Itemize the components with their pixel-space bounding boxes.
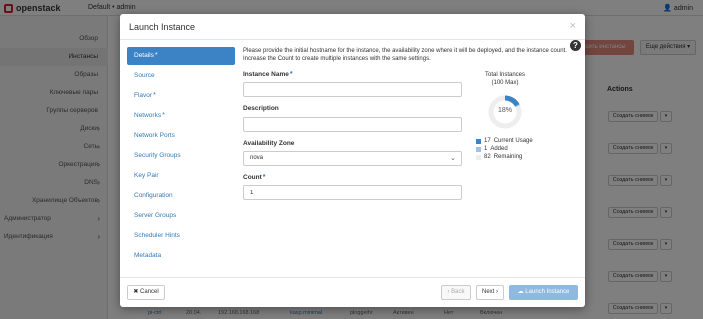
required-marker: * (162, 112, 165, 119)
description-label: Description (243, 105, 279, 112)
dialog-header: Launch Instance × (120, 14, 585, 40)
step-scheduler-hints[interactable]: Scheduler Hints (127, 227, 235, 245)
next-button[interactable]: Next › (476, 285, 504, 300)
legend-value: 17 (484, 138, 491, 144)
step-label: Metadata (134, 252, 162, 259)
step-label: Security Groups (134, 152, 181, 159)
quota-title: Total Instances (484, 72, 526, 78)
count-label: Count* (243, 174, 266, 181)
legend-value: 82 (484, 154, 491, 160)
quota-percent: 18% (497, 107, 512, 114)
count-input[interactable] (243, 185, 462, 200)
legend-value: 1 (484, 146, 488, 152)
availability-zone-select[interactable]: nova ⌄ (243, 151, 462, 166)
label-text: Instance Name (243, 71, 289, 78)
step-label: Source (134, 72, 155, 79)
legend-swatch (476, 154, 481, 160)
legend-label: Current Usage (493, 138, 533, 144)
step-label: Flavor (134, 92, 153, 99)
step-server-groups[interactable]: Server Groups (127, 207, 235, 225)
step-configuration[interactable]: Configuration (127, 187, 235, 205)
description-input[interactable] (243, 117, 462, 132)
step-label: Networks (134, 112, 162, 119)
quota-donut: 18% (487, 94, 523, 130)
close-icon[interactable]: × (570, 20, 576, 32)
dialog-footer: ✖ Cancel ‹ Back Next › ☁ Launch Instance (120, 277, 585, 307)
chevron-down-icon: ⌄ (450, 155, 456, 162)
required-marker: * (289, 71, 293, 78)
step-security-groups[interactable]: Security Groups (127, 147, 235, 165)
label-text: Count (243, 174, 262, 181)
step-label: Network Ports (134, 132, 175, 139)
step-flavor[interactable]: Flavor* (127, 87, 235, 105)
legend-current-usage: 17 Current Usage (476, 137, 533, 145)
availability-zone-value: nova (250, 155, 264, 161)
legend-remaining: 82 Remaining (476, 153, 533, 161)
launch-instance-button[interactable]: ☁ Launch Instance (509, 285, 578, 300)
details-intro-text: Please provide the initial hostname for … (243, 48, 567, 62)
instances-quota-chart: Total Instances (100 Max) 18% (475, 71, 535, 129)
quota-max: (100 Max) (491, 80, 519, 86)
legend-label: Added (490, 146, 508, 152)
step-label: Details (134, 52, 154, 59)
required-marker: * (154, 52, 158, 59)
launch-instance-dialog: Launch Instance × ? Details* Source Flav… (120, 14, 585, 307)
instance-name-label: Instance Name* (243, 71, 293, 78)
step-label: Scheduler Hints (134, 232, 180, 239)
instance-name-input[interactable] (243, 82, 462, 97)
step-key-pair[interactable]: Key Pair (127, 167, 235, 185)
step-label: Server Groups (134, 212, 177, 219)
step-metadata[interactable]: Metadata (127, 247, 235, 265)
step-label: Key Pair (134, 172, 159, 179)
required-marker: * (262, 174, 266, 181)
legend-swatch (476, 146, 481, 152)
availability-zone-label: Availability Zone (243, 140, 295, 147)
legend-swatch (476, 138, 481, 144)
step-source[interactable]: Source (127, 67, 235, 85)
step-network-ports[interactable]: Network Ports (127, 127, 235, 145)
step-details[interactable]: Details* (127, 47, 235, 65)
step-networks[interactable]: Networks* (127, 107, 235, 125)
required-marker: * (153, 92, 156, 99)
dialog-title: Launch Instance (129, 22, 196, 32)
back-button[interactable]: ‹ Back (441, 285, 471, 300)
legend-label: Remaining (493, 154, 523, 160)
cancel-button[interactable]: ✖ Cancel (127, 285, 165, 300)
quota-legend: 17 Current Usage 1 Added 82 Remaining (476, 137, 533, 161)
legend-added: 1 Added (476, 145, 533, 153)
step-label: Configuration (134, 192, 173, 199)
